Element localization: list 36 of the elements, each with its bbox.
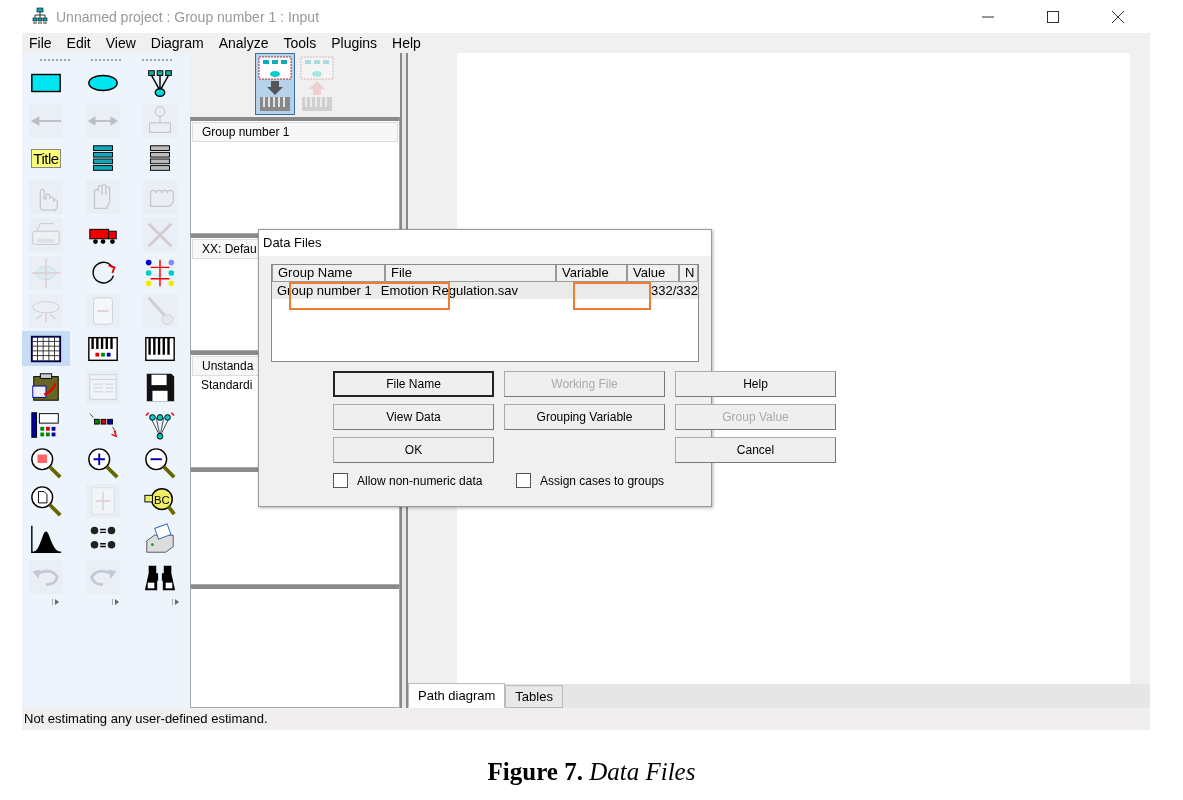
canvas-tab[interactable]: Path diagram xyxy=(408,683,506,708)
checkbox[interactable] xyxy=(516,473,531,488)
menu-item[interactable]: Analyze xyxy=(215,35,277,51)
expand-icon[interactable] xyxy=(52,598,60,606)
menu-item[interactable]: Help xyxy=(389,35,429,51)
menu-item[interactable]: View xyxy=(102,35,144,51)
dialog-button[interactable]: Cancel xyxy=(675,437,836,463)
canvas-tab[interactable]: Tables xyxy=(505,685,563,708)
expand-icon[interactable] xyxy=(172,598,180,606)
checkbox-label[interactable]: Assign cases to groups xyxy=(540,473,665,488)
menu-item[interactable]: Tools xyxy=(280,35,325,51)
table-icon[interactable] xyxy=(22,331,70,366)
window-title: Unnamed project : Group number 1 : Input xyxy=(56,8,320,25)
checkbox-label[interactable]: Allow non-numeric data xyxy=(357,473,483,488)
title-tool[interactable]: Title xyxy=(22,141,70,176)
menu-item[interactable]: Plugins xyxy=(328,35,386,51)
maximize-icon[interactable] xyxy=(1047,10,1059,23)
column-header[interactable]: Group Name xyxy=(272,265,385,282)
dialog-button[interactable]: OK xyxy=(333,437,494,463)
dialog-button[interactable]: Grouping Variable xyxy=(504,404,665,430)
dialog-button[interactable]: View Data xyxy=(333,404,494,430)
menu-item[interactable]: File xyxy=(26,35,60,51)
dialog-button[interactable]: Help xyxy=(675,371,836,397)
dialog-title: Data Files xyxy=(263,235,322,250)
close-icon[interactable] xyxy=(1112,10,1124,23)
group-list-item[interactable]: Group number 1 xyxy=(192,122,398,142)
expand-icon[interactable] xyxy=(112,598,120,606)
status-bar: Not estimating any user-defined estimand. xyxy=(22,708,1150,730)
table-cell: 332/332 xyxy=(651,283,698,298)
input-view-icon[interactable] xyxy=(255,53,295,115)
checkbox[interactable] xyxy=(333,473,348,488)
menu-item[interactable]: Diagram xyxy=(147,35,212,51)
app-icon xyxy=(30,6,50,27)
menu-item[interactable]: Edit xyxy=(63,35,99,51)
dialog-button[interactable]: File Name xyxy=(333,371,494,397)
figure-caption: Figure 7. Data Files xyxy=(486,758,697,786)
